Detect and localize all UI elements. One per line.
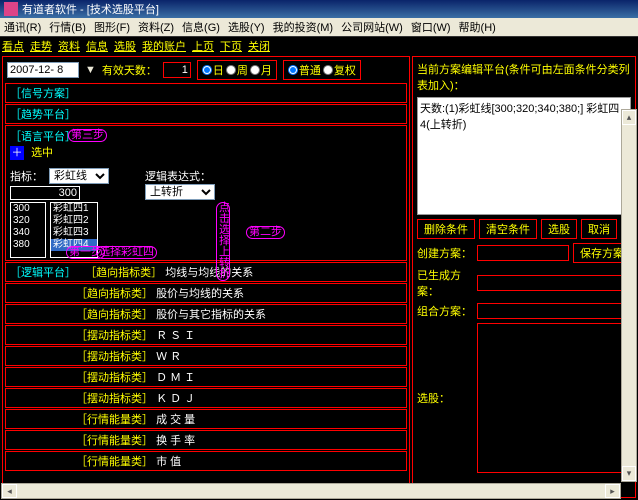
category-row[interactable]: ［行情能量类］ 换 手 率 — [5, 430, 407, 450]
combo-plan-field[interactable] — [477, 303, 631, 319]
name-listbox[interactable]: 彩虹四1 彩虹四2 彩虹四3 彩虹四4 — [50, 202, 98, 258]
category-row[interactable]: ［摆动指标类］ Ｋ Ｄ Ｊ — [5, 388, 407, 408]
radio-week[interactable]: 周 — [226, 62, 248, 78]
days-label: 有效天数： — [102, 62, 157, 78]
menu-item[interactable]: 行情(B) — [49, 19, 86, 35]
menu-item[interactable]: 资料(Z) — [138, 19, 174, 35]
pick-result-field[interactable] — [477, 323, 631, 473]
create-plan-input[interactable] — [477, 245, 569, 261]
menu-item[interactable]: 我的投资(M) — [273, 19, 334, 35]
section-lang[interactable]: ［语言平台］ — [10, 128, 402, 144]
indicator-label: 指标： — [10, 168, 43, 184]
window-titlebar: 有道者软件 - [技术选股平台] — [0, 0, 638, 18]
toolbar-link[interactable]: 选股 — [114, 38, 136, 54]
select-label: 选中 — [31, 147, 53, 159]
section-logic[interactable]: ［逻辑平台］ ［趋向指标类］ 均线与均线的关系 — [5, 262, 407, 282]
category-list: ［逻辑平台］ ［趋向指标类］ 均线与均线的关系 ［趋向指标类］ 股价与均线的关系… — [3, 262, 409, 497]
right-panel: 当前方案编辑平台(条件可由左面条件分类列表加入)： 天数:(1)彩虹线[300;… — [412, 56, 636, 498]
menu-bar: 通讯(R) 行情(B) 图形(F) 资料(Z) 信息(G) 选股(Y) 我的投资… — [0, 18, 638, 36]
scroll-down-icon[interactable]: ▾ — [622, 466, 636, 481]
editor-header: 当前方案编辑平台(条件可由左面条件分类列表加入)： — [415, 59, 633, 95]
toolbar-link[interactable]: 走势 — [30, 38, 52, 54]
window-title: 有道者软件 - [技术选股平台] — [22, 1, 159, 17]
menu-item[interactable]: 窗口(W) — [411, 19, 451, 35]
select-stock-button[interactable]: 选股 — [541, 219, 577, 239]
generated-plan-label: 已生成方案： — [417, 267, 473, 299]
menu-item[interactable]: 信息(G) — [182, 19, 220, 35]
category-row[interactable]: ［行情能量类］ 市 值 — [5, 451, 407, 471]
radio-adjusted[interactable]: 复权 — [323, 62, 356, 78]
scroll-left-icon[interactable]: ◂ — [2, 484, 17, 498]
radio-normal[interactable]: 普通 — [288, 62, 321, 78]
vertical-scrollbar[interactable]: ▴ ▾ — [621, 109, 637, 482]
category-row[interactable]: ［摆动指标类］ Ｄ Ｍ Ｉ — [5, 367, 407, 387]
scroll-right-icon[interactable]: ▸ — [605, 484, 620, 498]
menu-item[interactable]: 选股(Y) — [228, 19, 265, 35]
scroll-track[interactable] — [622, 125, 636, 466]
indicator-value-input[interactable] — [10, 186, 80, 200]
create-plan-label: 创建方案： — [417, 245, 473, 261]
delete-condition-button[interactable]: 删除条件 — [417, 219, 475, 239]
scroll-track-h[interactable] — [17, 484, 605, 498]
pick-label: 选股： — [417, 390, 473, 406]
combo-plan-label: 组合方案： — [417, 303, 473, 319]
indicator-select[interactable]: 彩虹线 — [49, 168, 109, 184]
language-panel: ［语言平台］ ＋ 选中 第三步 指标： 彩虹线 300 320 340 — [5, 125, 407, 261]
category-row[interactable]: ［行情能量类］ 成 交 量 — [5, 409, 407, 429]
section-signal[interactable]: ［信号方案］ — [5, 83, 407, 103]
expand-button[interactable]: ＋ — [10, 146, 24, 160]
radio-day[interactable]: 日 — [202, 62, 224, 78]
cancel-button[interactable]: 取消 — [581, 219, 617, 239]
app-icon — [4, 2, 18, 16]
days-input[interactable] — [163, 62, 191, 78]
mode-radio-group: 普通 复权 — [283, 60, 361, 80]
toolbar-link[interactable]: 关闭 — [248, 38, 270, 54]
toolbar-link[interactable]: 下页 — [220, 38, 242, 54]
toolbar-link[interactable]: 上页 — [192, 38, 214, 54]
toolbar-link[interactable]: 看点 — [2, 38, 24, 54]
category-row[interactable]: ［趋向指标类］ 股价与其它指标的关系 — [5, 304, 407, 324]
logic-select[interactable]: 上转折 — [145, 184, 215, 200]
menu-item[interactable]: 通讯(R) — [4, 19, 41, 35]
logic-label: 逻辑表达式： — [145, 168, 215, 184]
category-row[interactable]: ［趋向指标类］ 股价与均线的关系 — [5, 283, 407, 303]
value-listbox[interactable]: 300 320 340 380 — [10, 202, 46, 258]
category-row[interactable]: ［摆动指标类］ Ｗ Ｒ — [5, 346, 407, 366]
toolbar-link[interactable]: 信息 — [86, 38, 108, 54]
top-controls: ▼ 有效天数： 日 周 月 普通 复权 — [3, 57, 409, 83]
horizontal-scrollbar[interactable]: ◂ ▸ — [1, 483, 621, 499]
section-trend[interactable]: ［趋势平台］ — [5, 104, 407, 124]
condition-editor[interactable]: 天数:(1)彩虹线[300;320;340;380;] 彩虹四4(上转折) — [417, 97, 631, 215]
menu-item[interactable]: 图形(F) — [94, 19, 130, 35]
period-radio-group: 日 周 月 — [197, 60, 277, 80]
menu-item[interactable]: 公司网站(W) — [341, 19, 403, 35]
generated-plan-field[interactable] — [477, 275, 631, 291]
menu-item[interactable]: 帮助(H) — [459, 19, 496, 35]
scroll-up-icon[interactable]: ▴ — [622, 110, 636, 125]
radio-month[interactable]: 月 — [250, 62, 272, 78]
category-row[interactable]: ［摆动指标类］ Ｒ Ｓ Ｉ — [5, 325, 407, 345]
clear-condition-button[interactable]: 清空条件 — [479, 219, 537, 239]
toolbar-link[interactable]: 资料 — [58, 38, 80, 54]
left-panel: ▼ 有效天数： 日 周 月 普通 复权 ［信号方案］ ［趋势平台］ ［语言平台］… — [2, 56, 410, 498]
toolbar: 看点 走势 资料 信息 选股 我的账户 上页 下页 关闭 — [0, 36, 638, 54]
toolbar-link[interactable]: 我的账户 — [142, 38, 186, 54]
date-input[interactable] — [7, 62, 79, 78]
